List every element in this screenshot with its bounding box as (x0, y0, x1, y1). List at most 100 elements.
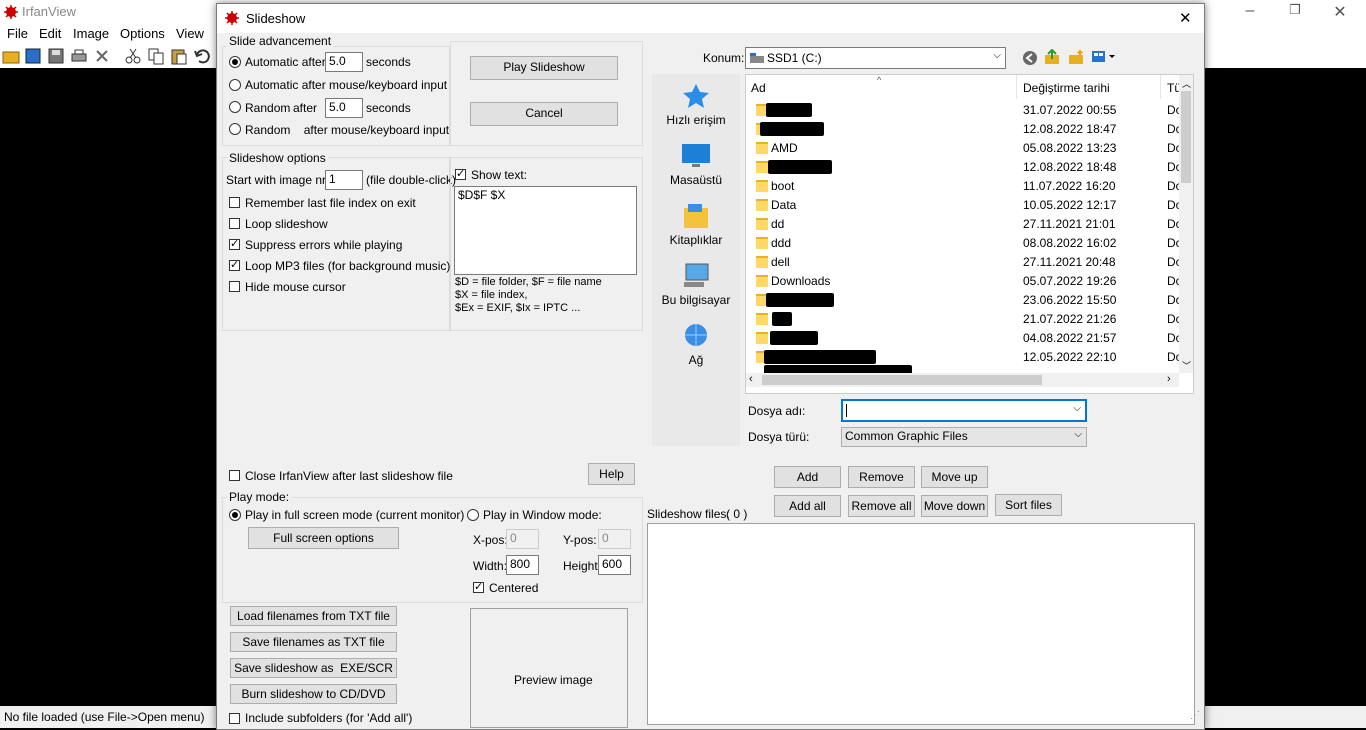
file-row[interactable]: Downloads 05.07.2022 19:26 Do (746, 271, 1182, 290)
delete-icon[interactable] (93, 47, 111, 65)
resize-grip-icon[interactable]: ⋰ (1190, 710, 1200, 721)
slideshow-icon[interactable] (24, 47, 42, 65)
up-folder-icon[interactable] (1044, 49, 1060, 65)
scroll-thumb[interactable] (1181, 91, 1191, 183)
loop-mp3-checkbox[interactable]: ✓ (229, 260, 240, 271)
file-row[interactable]: Data 10.05.2022 12:17 Do (746, 195, 1182, 214)
file-row[interactable]: 12.08.2022 18:48 Do (746, 157, 1182, 176)
new-folder-icon[interactable] (1068, 49, 1084, 65)
menu-view[interactable]: View (176, 26, 204, 41)
ypos-input[interactable]: 0 (598, 529, 631, 549)
help-button[interactable]: Help (588, 463, 635, 485)
scroll-up-icon[interactable]: ︿ (1182, 77, 1191, 90)
save-txt-button[interactable]: Save filenames as TXT file (230, 632, 397, 652)
place-libraries[interactable]: Kitaplıklar (652, 202, 740, 258)
menu-file[interactable]: File (7, 26, 28, 41)
print-icon[interactable] (70, 47, 88, 65)
add-all-button[interactable]: Add all (774, 495, 841, 517)
filename-input[interactable]: ⌵ (841, 399, 1087, 422)
horizontal-scrollbar[interactable]: ‹ › (746, 373, 1179, 387)
add-button[interactable]: Add (774, 466, 841, 488)
start-image-input[interactable]: 1 (325, 170, 363, 190)
column-name[interactable]: Ad (751, 81, 766, 95)
file-list[interactable]: Ad ^ Değiştirme tarihi Tü 31.07.2022 00:… (745, 74, 1194, 394)
window-close-icon[interactable]: ✕ (1325, 2, 1355, 22)
scroll-down-icon[interactable]: ﹀ (1182, 359, 1191, 372)
copy-icon[interactable] (147, 47, 165, 65)
row-date: 23.06.2022 15:50 (1023, 293, 1117, 307)
close-after-checkbox[interactable] (229, 470, 240, 481)
minimize-icon[interactable]: – (1235, 2, 1265, 20)
column-date[interactable]: Değiştirme tarihi (1023, 81, 1110, 95)
full-screen-options-button[interactable]: Full screen options (248, 527, 399, 549)
file-row[interactable]: 23.06.2022 15:50 Do (746, 290, 1182, 309)
back-icon[interactable] (1022, 50, 1038, 66)
file-row[interactable]: 21.07.2022 21:26 Do (746, 309, 1182, 328)
play-slideshow-button[interactable]: Play Slideshow (470, 56, 618, 80)
move-up-button[interactable]: Move up (921, 466, 988, 488)
burn-cd-button[interactable]: Burn slideshow to CD/DVD (230, 684, 397, 704)
vertical-scrollbar[interactable]: ︿ ﹀ (1179, 75, 1193, 373)
view-menu-icon[interactable] (1092, 50, 1118, 64)
cut-icon[interactable] (124, 47, 142, 65)
filetype-chevron-down-icon[interactable]: ⌵ (1074, 429, 1082, 440)
restore-icon[interactable]: ❐ (1280, 2, 1310, 18)
xpos-input[interactable]: 0 (506, 529, 539, 549)
remove-button[interactable]: Remove (848, 466, 915, 488)
save-exe-button[interactable]: Save slideshow as EXE/SCR (230, 658, 397, 678)
load-txt-button[interactable]: Load filenames from TXT file (230, 606, 397, 626)
filename-chevron-down-icon[interactable]: ⌵ (1073, 403, 1081, 414)
file-row[interactable]: ddd 08.08.2022 16:02 Do (746, 233, 1182, 252)
show-text-textarea[interactable]: $D$F $X (454, 186, 637, 275)
file-row[interactable]: dell 27.11.2021 20:48 Do (746, 252, 1182, 271)
loop-label: Loop slideshow (245, 217, 328, 231)
show-text-checkbox[interactable]: ✓ (455, 169, 466, 180)
remove-all-button[interactable]: Remove all (848, 495, 915, 517)
place-desktop[interactable]: Masaüstü (652, 142, 740, 198)
place-network[interactable]: Ağ (652, 322, 740, 378)
open-folder-icon[interactable] (2, 47, 20, 65)
cancel-button[interactable]: Cancel (470, 102, 618, 126)
suppress-checkbox[interactable]: ✓ (229, 239, 240, 250)
loop-checkbox[interactable] (229, 218, 240, 229)
height-input[interactable]: 600 (598, 555, 631, 575)
filetype-select[interactable]: Common Graphic Files ⌵ (841, 427, 1087, 447)
window-mode-radio[interactable] (467, 509, 479, 521)
auto-after-radio[interactable] (229, 56, 241, 68)
file-row[interactable]: dd 27.11.2021 21:01 Do (746, 214, 1182, 233)
width-input[interactable]: 800 (506, 555, 539, 575)
place-this-pc[interactable]: Bu bilgisayar (652, 262, 740, 318)
random-mouse-radio[interactable] (229, 123, 241, 135)
menu-options[interactable]: Options (120, 26, 165, 41)
file-row[interactable]: boot 11.07.2022 16:20 Do (746, 176, 1182, 195)
centered-checkbox[interactable]: ✓ (473, 582, 484, 593)
move-down-button[interactable]: Move down (921, 495, 988, 517)
auto-mouse-radio[interactable] (229, 79, 241, 91)
sort-files-button[interactable]: Sort files (995, 494, 1062, 516)
dialog-close-icon[interactable]: ✕ (1179, 9, 1192, 27)
undo-icon[interactable] (193, 47, 211, 65)
random-radio[interactable] (229, 101, 241, 113)
file-row[interactable]: AMD 05.08.2022 13:23 Do (746, 138, 1182, 157)
paste-icon[interactable] (170, 47, 188, 65)
remember-checkbox[interactable] (229, 197, 240, 208)
file-row[interactable]: 12.08.2022 18:47 Do (746, 119, 1182, 138)
menu-edit[interactable]: Edit (39, 26, 61, 41)
include-subfolders-checkbox[interactable] (229, 713, 240, 724)
file-row[interactable]: 04.08.2022 21:57 Do (746, 328, 1182, 347)
slideshow-files-list[interactable] (647, 523, 1195, 725)
scroll-right-icon[interactable]: › (1167, 373, 1171, 385)
file-row[interactable]: 31.07.2022 00:55 Do (746, 100, 1182, 119)
auto-seconds-input[interactable]: 5.0 (325, 52, 363, 72)
loop-mp3-label: Loop MP3 files (for background music) (245, 259, 451, 273)
place-quick-access[interactable]: Hızlı erişim (652, 82, 740, 138)
location-dropdown[interactable]: SSD1 (C:) ⌵ (745, 47, 1006, 69)
fullscreen-radio[interactable] (229, 509, 241, 521)
menu-image[interactable]: Image (73, 26, 109, 41)
save-icon[interactable] (47, 47, 65, 65)
random-seconds-input[interactable]: 5.0 (325, 98, 363, 118)
hide-cursor-checkbox[interactable] (229, 281, 240, 292)
hscroll-thumb[interactable] (762, 375, 1042, 385)
scroll-left-icon[interactable]: ‹ (749, 373, 753, 385)
file-row[interactable]: 12.05.2022 22:10 Do (746, 347, 1182, 366)
